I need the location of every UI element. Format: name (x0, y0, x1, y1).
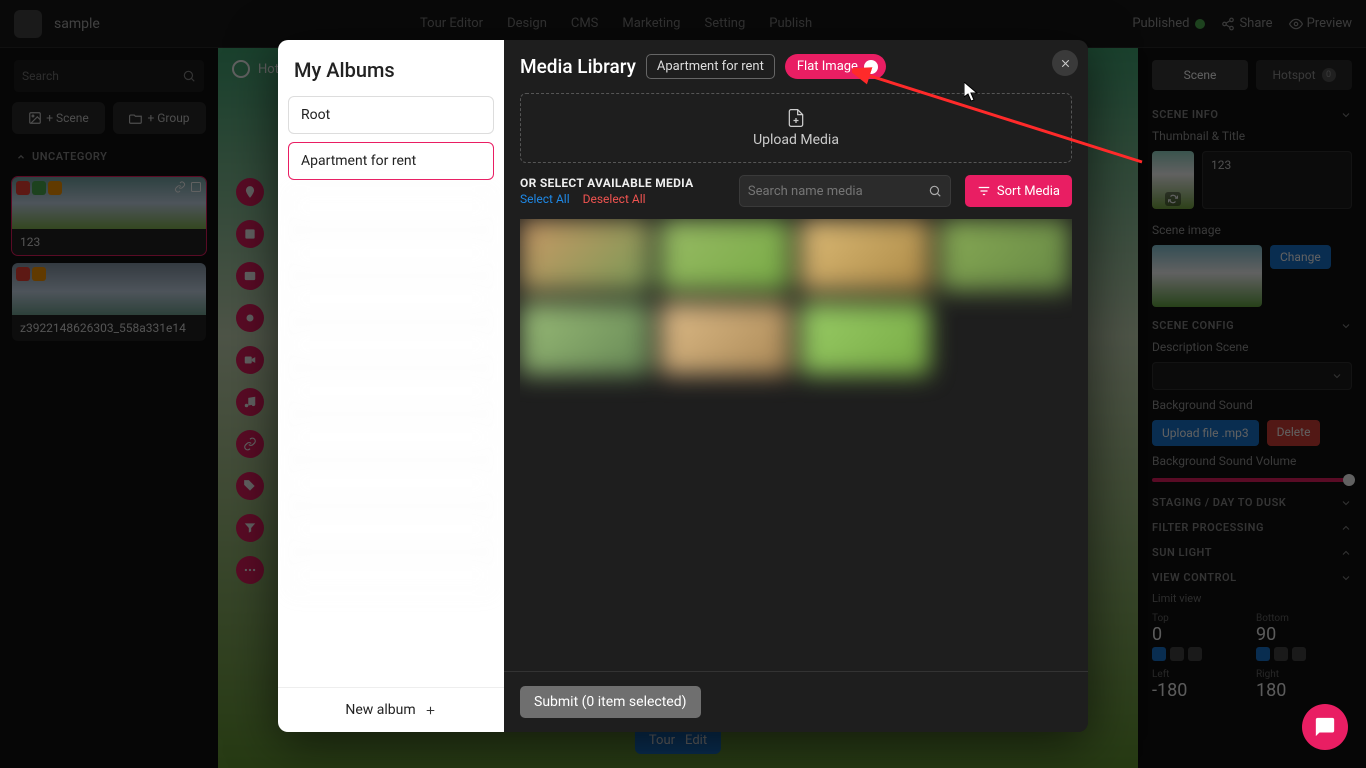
sort-icon (977, 184, 991, 198)
library-title: Media Library (520, 55, 636, 78)
sort-media-button[interactable]: Sort Media (965, 175, 1072, 207)
chat-icon (1314, 716, 1336, 738)
search-icon (928, 184, 942, 198)
deselect-all-link[interactable]: Deselect All (583, 192, 646, 206)
plus-icon (424, 704, 437, 717)
albums-title: My Albums (278, 40, 504, 96)
media-search[interactable] (739, 175, 951, 207)
toggle-knob-icon (864, 60, 878, 74)
album-item-apartment[interactable]: Apartment for rent (288, 142, 494, 180)
new-album-button[interactable]: New album (278, 687, 504, 732)
or-select-label: OR SELECT AVAILABLE MEDIA (520, 176, 725, 190)
file-plus-icon (786, 108, 806, 128)
album-item-root[interactable]: Root (288, 96, 494, 134)
library-panel: Media Library Apartment for rent Flat Im… (504, 40, 1088, 732)
submit-button[interactable]: Submit (0 item selected) (520, 686, 701, 718)
select-all-link[interactable]: Select All (520, 192, 570, 206)
media-grid (520, 219, 1072, 671)
chat-fab[interactable] (1302, 704, 1348, 750)
flat-image-toggle[interactable]: Flat Image (785, 54, 886, 79)
albums-panel: My Albums Root Apartment for rent New al… (278, 40, 504, 732)
close-icon (1059, 57, 1072, 70)
close-button[interactable] (1052, 50, 1078, 76)
media-library-modal: My Albums Root Apartment for rent New al… (278, 40, 1088, 732)
upload-dropzone[interactable]: Upload Media (520, 93, 1072, 163)
media-search-input[interactable] (748, 184, 942, 199)
album-crumb[interactable]: Apartment for rent (646, 54, 775, 79)
